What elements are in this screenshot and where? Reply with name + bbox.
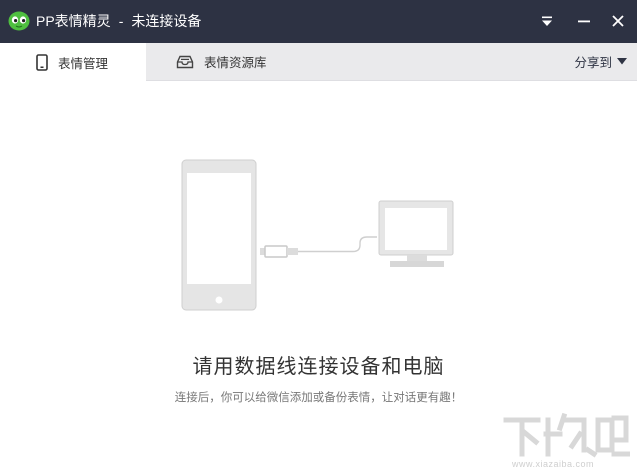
tab-emoji-library[interactable]: 表情资源库 <box>146 43 306 80</box>
close-icon <box>612 15 624 27</box>
menu-caret-icon <box>542 16 552 26</box>
connect-instruction-subtext: 连接后，你可以给微信添加或备份表情，让对话更有趣！ <box>174 392 463 404</box>
app-logo-icon <box>8 11 30 31</box>
tab-bar: 表情管理 表情资源库 分享到 <box>0 43 637 81</box>
close-button[interactable] <box>608 11 628 31</box>
minimize-button[interactable] <box>574 11 594 31</box>
tab-emoji-management[interactable]: 表情管理 <box>0 43 146 81</box>
minimize-icon <box>578 20 590 23</box>
share-to-button[interactable]: 分享到 <box>574 43 627 80</box>
title-bar: PP表情精灵 - 未连接设备 <box>0 0 637 43</box>
phone-icon <box>181 159 257 311</box>
tab-label: 表情管理 <box>58 56 109 71</box>
caret-down-icon <box>617 58 627 65</box>
title-separator: - <box>118 13 124 29</box>
connection-status: 未连接设备 <box>131 13 202 29</box>
window-title: PP表情精灵 - 未连接设备 <box>36 12 201 30</box>
connect-device-illustration <box>181 159 454 311</box>
app-name: PP表情精灵 <box>36 13 111 29</box>
watermark-logo <box>503 412 630 458</box>
tab-label: 表情资源库 <box>204 56 267 70</box>
share-label: 分享到 <box>574 56 612 70</box>
phone-icon <box>36 53 48 71</box>
monitor-icon <box>378 200 454 267</box>
tray-icon <box>176 55 194 68</box>
watermark-url: www.xiazaiba.com <box>512 459 595 469</box>
connect-instruction-heading: 请用数据线连接设备和电脑 <box>192 356 445 378</box>
usb-cable-icon <box>260 236 377 258</box>
menu-dropdown-button[interactable] <box>537 11 557 31</box>
